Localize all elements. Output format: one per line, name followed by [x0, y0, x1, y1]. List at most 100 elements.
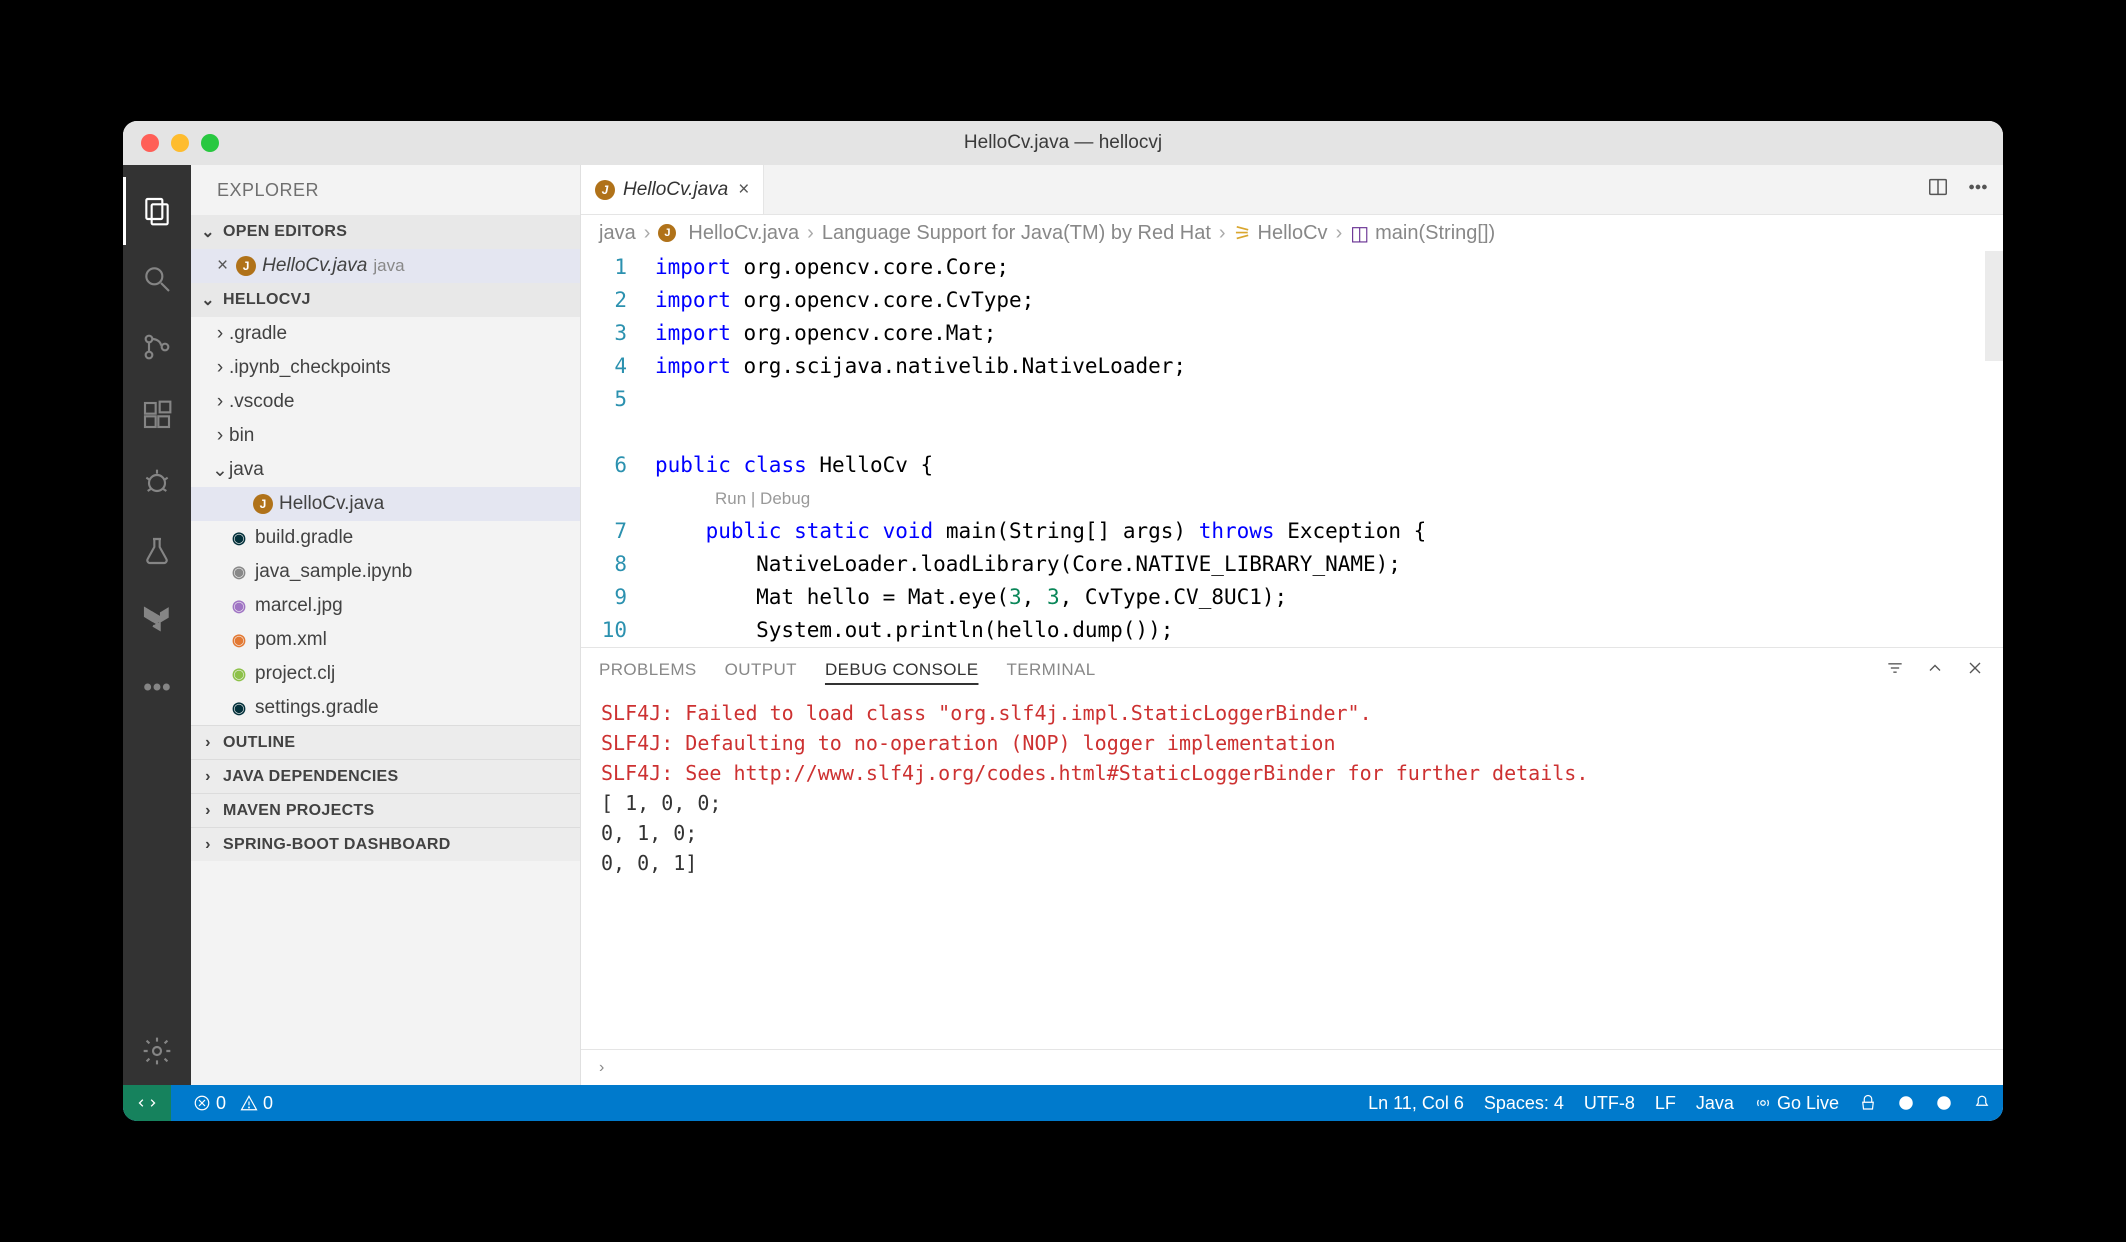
debug-activity-icon[interactable]	[123, 449, 191, 517]
project-header[interactable]: ⌄HELLOCVJ	[191, 283, 580, 317]
terraform-activity-icon[interactable]	[123, 585, 191, 653]
extensions-activity-icon[interactable]	[123, 381, 191, 449]
filter-icon[interactable]	[1885, 658, 1905, 683]
code-content[interactable]: import org.opencv.core.Core;import org.o…	[649, 251, 2003, 647]
line-number: 2	[581, 284, 627, 317]
status-cursor[interactable]: Ln 11, Col 6	[1368, 1093, 1464, 1114]
status-indent[interactable]: Spaces: 4	[1484, 1093, 1564, 1114]
folder-item[interactable]: ›.vscode	[191, 385, 580, 419]
code-line[interactable]: NativeLoader.loadLibrary(Core.NATIVE_LIB…	[655, 548, 2003, 581]
section-header[interactable]: ›JAVA DEPENDENCIES	[191, 759, 580, 793]
debug-console-output[interactable]: SLF4J: Failed to load class "org.slf4j.i…	[581, 692, 2003, 1049]
breadcrumb[interactable]: java›JHelloCv.java›Language Support for …	[581, 215, 2003, 251]
status-info-icon[interactable]	[1897, 1094, 1915, 1112]
more-activity-icon[interactable]	[123, 653, 191, 721]
file-item[interactable]: ◉settings.gradle	[191, 691, 580, 725]
open-editor-item[interactable]: × J HelloCv.java java	[191, 249, 580, 283]
close-icon[interactable]	[1965, 658, 1985, 683]
status-golive[interactable]: Go Live	[1754, 1093, 1839, 1114]
file-item[interactable]: ◉project.clj	[191, 657, 580, 691]
code-line[interactable]: System.out.println(hello.dump());	[655, 614, 2003, 647]
code-line[interactable]: import org.opencv.core.Mat;	[655, 317, 2003, 350]
more-actions-icon[interactable]	[1967, 176, 1989, 203]
file-item[interactable]: ◉marcel.jpg	[191, 589, 580, 623]
editor-tab[interactable]: J HelloCv.java ×	[581, 165, 764, 214]
status-feedback-icon[interactable]	[1859, 1094, 1877, 1112]
java-file-icon: J	[595, 180, 615, 200]
section-header[interactable]: ›OUTLINE	[191, 725, 580, 759]
panel-tab-output[interactable]: OUTPUT	[725, 660, 797, 680]
code-editor[interactable]: 12345678910 import org.opencv.core.Core;…	[581, 251, 2003, 647]
zoom-window-button[interactable]	[201, 134, 219, 152]
code-line[interactable]	[655, 416, 2003, 449]
folder-item[interactable]: ›.gradle	[191, 317, 580, 351]
tree-item-label: .gradle	[229, 323, 287, 345]
code-line[interactable]: import org.scijava.nativelib.NativeLoade…	[655, 350, 2003, 383]
panel-tab-debug-console[interactable]: DEBUG CONSOLE	[825, 660, 979, 680]
main-area: EXPLORER ⌄OPEN EDITORS × J HelloCv.java …	[123, 165, 2003, 1085]
chevron-right-icon: ›	[199, 734, 217, 752]
code-line[interactable]	[655, 383, 2003, 416]
section-header[interactable]: ›SPRING-BOOT DASHBOARD	[191, 827, 580, 861]
chevron-right-icon: ›	[199, 836, 217, 854]
status-encoding[interactable]: UTF-8	[1584, 1093, 1635, 1114]
close-tab-icon[interactable]: ×	[738, 179, 749, 201]
codelens[interactable]: Run | Debug	[655, 482, 2003, 515]
minimap-thumb[interactable]	[1985, 251, 2003, 361]
sidebar: EXPLORER ⌄OPEN EDITORS × J HelloCv.java …	[191, 165, 581, 1085]
close-window-button[interactable]	[141, 134, 159, 152]
line-number: 5	[581, 383, 627, 416]
chevron-down-icon: ⌄	[199, 222, 217, 242]
code-line[interactable]: Mat hello = Mat.eye(3, 3, CvType.CV_8UC1…	[655, 581, 2003, 614]
status-warnings[interactable]: 0	[240, 1093, 273, 1114]
code-line[interactable]: public static void main(String[] args) t…	[655, 515, 2003, 548]
vscode-window: HelloCv.java — hellocvj EXPLORER ⌄OPEN E…	[123, 121, 2003, 1121]
chevron-right-icon: ›	[599, 1059, 604, 1077]
line-number	[581, 416, 627, 449]
code-line[interactable]: import org.opencv.core.CvType;	[655, 284, 2003, 317]
tree-item-label: HelloCv.java	[279, 493, 384, 515]
explorer-activity-icon[interactable]	[123, 177, 191, 245]
panel-tab-problems[interactable]: PROBLEMS	[599, 660, 697, 680]
code-line[interactable]: import org.opencv.core.Core;	[655, 251, 2003, 284]
test-activity-icon[interactable]	[123, 517, 191, 585]
file-item[interactable]: ◉pom.xml	[191, 623, 580, 657]
debug-repl-input[interactable]: ›	[581, 1049, 2003, 1085]
tree-item-label: .ipynb_checkpoints	[229, 357, 391, 379]
chevron-up-icon[interactable]	[1925, 658, 1945, 683]
status-eol[interactable]: LF	[1655, 1093, 1676, 1114]
tabs-actions	[1927, 165, 2003, 214]
minimize-window-button[interactable]	[171, 134, 189, 152]
folder-item[interactable]: ›bin	[191, 419, 580, 453]
breadcrumb-segment[interactable]: java	[599, 222, 636, 245]
panel-tab-terminal[interactable]: TERMINAL	[1006, 660, 1095, 680]
settings-gear-icon[interactable]	[123, 1017, 191, 1085]
open-editors-header[interactable]: ⌄OPEN EDITORS	[191, 215, 580, 249]
code-line[interactable]: public class HelloCv {	[655, 449, 2003, 482]
folder-item[interactable]: ›.ipynb_checkpoints	[191, 351, 580, 385]
search-activity-icon[interactable]	[123, 245, 191, 313]
file-item[interactable]: JHelloCv.java	[191, 487, 580, 521]
breadcrumb-segment[interactable]: ⚞HelloCv	[1234, 221, 1328, 246]
status-bell-icon[interactable]	[1973, 1094, 1991, 1112]
chevron-right-icon: ›	[1219, 222, 1226, 245]
close-icon[interactable]: ×	[217, 255, 228, 277]
titlebar: HelloCv.java — hellocvj	[123, 121, 2003, 165]
breadcrumb-segment[interactable]: ◫main(String[])	[1350, 221, 1495, 246]
split-editor-icon[interactable]	[1927, 176, 1949, 203]
status-language[interactable]: Java	[1696, 1093, 1734, 1114]
scm-activity-icon[interactable]	[123, 313, 191, 381]
folder-item[interactable]: ⌄java	[191, 453, 580, 487]
line-number: 7	[581, 515, 627, 548]
line-number	[581, 482, 627, 515]
section-header[interactable]: ›MAVEN PROJECTS	[191, 793, 580, 827]
status-errors[interactable]: 0	[193, 1093, 226, 1114]
open-editor-filename: HelloCv.java	[262, 255, 367, 277]
breadcrumb-segment[interactable]: JHelloCv.java	[658, 222, 799, 245]
remote-button[interactable]	[123, 1085, 171, 1121]
file-item[interactable]: ◉java_sample.ipynb	[191, 555, 580, 589]
console-line: 0, 1, 0;	[601, 818, 1983, 848]
breadcrumb-segment[interactable]: Language Support for Java(TM) by Red Hat	[822, 222, 1211, 245]
status-smiley-icon[interactable]	[1935, 1094, 1953, 1112]
file-item[interactable]: ◉build.gradle	[191, 521, 580, 555]
